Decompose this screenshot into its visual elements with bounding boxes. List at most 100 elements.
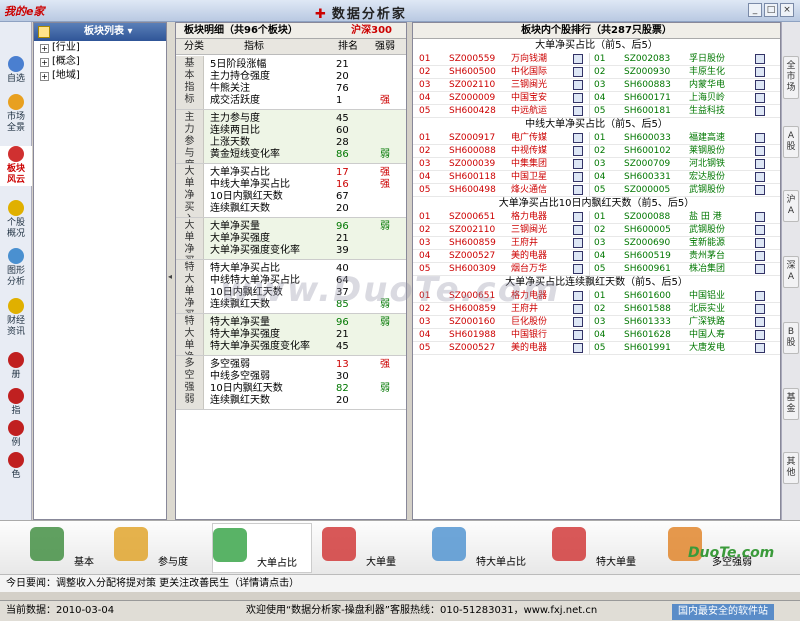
chart-icon[interactable]: [573, 330, 583, 340]
name-top[interactable]: 中化国际: [511, 66, 547, 79]
chart-icon[interactable]: [573, 264, 583, 274]
col-rank[interactable]: 排名: [338, 39, 358, 55]
chart-icon[interactable]: [573, 106, 583, 116]
stock-row[interactable]: 05 SZ000527 美的电器 05 SH601991 大唐发电: [413, 342, 780, 355]
chart-icon[interactable]: [573, 93, 583, 103]
chart-icon[interactable]: [755, 54, 765, 64]
name-bottom[interactable]: 北辰实业: [689, 303, 725, 316]
table-row[interactable]: 中线大单净买占比 16 强: [204, 179, 406, 191]
nav-item-4[interactable]: 图形 分析: [0, 248, 32, 288]
chart-icon[interactable]: [573, 317, 583, 327]
chart-icon[interactable]: [573, 54, 583, 64]
stock-row[interactable]: 04 SH601988 中国银行 04 SH601628 中国人寿: [413, 329, 780, 342]
nav-item-2[interactable]: 板块 风云: [0, 146, 32, 186]
name-bottom[interactable]: 孚日股份: [689, 53, 725, 66]
name-bottom[interactable]: 中国人寿: [689, 329, 725, 342]
name-bottom[interactable]: 盐 田 港: [689, 211, 722, 224]
stock-row[interactable]: 01 SZ000651 格力电器 01 SZ000088 盐 田 港: [413, 211, 780, 224]
chart-icon[interactable]: [755, 317, 765, 327]
expand-icon[interactable]: +: [40, 58, 49, 67]
stock-row[interactable]: 03 SH600859 王府井 03 SZ000690 宝新能源: [413, 237, 780, 250]
chart-icon[interactable]: [755, 304, 765, 314]
name-bottom[interactable]: 武钢股份: [689, 184, 725, 197]
name-top[interactable]: 烽火通信: [511, 184, 547, 197]
chart-icon[interactable]: [755, 330, 765, 340]
news-ticker[interactable]: 今日要闻：调整收入分配将提对策 更关注改善民生（详情请点击）: [0, 574, 800, 592]
chart-icon[interactable]: [573, 67, 583, 77]
stock-row[interactable]: 03 SZ002110 三钢闽光 03 SH600883 内蒙华电: [413, 79, 780, 92]
chart-icon[interactable]: [755, 133, 765, 143]
market-tab-4[interactable]: B股: [783, 322, 799, 354]
toolbar-button-1[interactable]: 参与度: [114, 523, 204, 573]
table-row[interactable]: 大单净买占比 17 强: [204, 167, 406, 179]
chart-icon[interactable]: [573, 159, 583, 169]
chart-icon[interactable]: [573, 225, 583, 235]
name-top[interactable]: 王府井: [511, 237, 538, 250]
chart-icon[interactable]: [573, 80, 583, 90]
name-top[interactable]: 美的电器: [511, 250, 547, 263]
toolbar-button-5[interactable]: 特大单量: [552, 523, 662, 573]
chart-icon[interactable]: [573, 133, 583, 143]
name-top[interactable]: 美的电器: [511, 342, 547, 355]
chart-icon[interactable]: [573, 212, 583, 222]
name-bottom[interactable]: 大唐发电: [689, 342, 725, 355]
stock-row[interactable]: 04 SZ000527 美的电器 04 SH600519 贵州茅台: [413, 250, 780, 263]
nav-item-6[interactable]: 册: [0, 352, 32, 381]
toolbar-button-4[interactable]: 特大单占比: [432, 523, 542, 573]
table-row[interactable]: 大单净买量 96 弱: [204, 221, 406, 233]
expand-icon[interactable]: +: [40, 44, 49, 53]
name-bottom[interactable]: 宝新能源: [689, 237, 725, 250]
table-row[interactable]: 多空强弱 13 强: [204, 359, 406, 371]
chart-icon[interactable]: [755, 238, 765, 248]
col-strength[interactable]: 强弱: [375, 39, 395, 55]
table-row[interactable]: 连续飘红天数 20: [204, 203, 406, 215]
nav-item-8[interactable]: 例: [0, 420, 32, 449]
chart-icon[interactable]: [755, 106, 765, 116]
nav-item-0[interactable]: 自选: [0, 56, 32, 85]
name-bottom[interactable]: 莱钢股份: [689, 145, 725, 158]
name-bottom[interactable]: 丰原生化: [689, 66, 725, 79]
stock-row[interactable]: 05 SH600498 烽火通信 05 SZ000005 武钢股份: [413, 184, 780, 197]
chart-icon[interactable]: [573, 185, 583, 195]
col-indicator[interactable]: 指标: [244, 39, 264, 55]
table-row[interactable]: 连续飘红天数 20: [204, 395, 406, 407]
chart-icon[interactable]: [573, 172, 583, 182]
col-group[interactable]: 分类: [184, 39, 204, 55]
chart-icon[interactable]: [573, 146, 583, 156]
toolbar-button-2[interactable]: 大单占比: [212, 523, 312, 573]
name-top[interactable]: 格力电器: [511, 211, 547, 224]
name-top[interactable]: 中国宝安: [511, 92, 547, 105]
name-top[interactable]: 中视传媒: [511, 145, 547, 158]
minimize-button[interactable]: _: [748, 3, 762, 17]
table-row[interactable]: 牛熊关注 76: [204, 83, 406, 95]
chart-icon[interactable]: [755, 185, 765, 195]
table-row[interactable]: 10日内飘红天数 82 弱: [204, 383, 406, 395]
market-tab-5[interactable]: 基金: [783, 388, 799, 420]
chart-icon[interactable]: [755, 146, 765, 156]
name-top[interactable]: 三钢闽光: [511, 224, 547, 237]
stock-row[interactable]: 01 SZ000917 电广传媒 01 SH600033 福建高速: [413, 132, 780, 145]
chart-icon[interactable]: [755, 159, 765, 169]
name-top[interactable]: 中远航运: [511, 105, 547, 118]
chart-icon[interactable]: [755, 343, 765, 353]
name-bottom[interactable]: 内蒙华电: [689, 79, 725, 92]
name-bottom[interactable]: 生益科技: [689, 105, 725, 118]
chart-icon[interactable]: [573, 291, 583, 301]
stock-row[interactable]: 02 SH600500 中化国际 02 SZ000930 丰原生化: [413, 66, 780, 79]
stock-row[interactable]: 03 SZ000039 中集集团 03 SZ000709 河北钢铁: [413, 158, 780, 171]
chart-icon[interactable]: [755, 264, 765, 274]
table-row[interactable]: 特大单净买强度 21: [204, 329, 406, 341]
toolbar-button-3[interactable]: 大单量: [322, 523, 422, 573]
splitter[interactable]: ◂: [167, 22, 175, 520]
name-top[interactable]: 万向钱潮: [511, 53, 547, 66]
name-bottom[interactable]: 河北钢铁: [689, 158, 725, 171]
nav-item-7[interactable]: 指: [0, 388, 32, 417]
tree-node-industry[interactable]: + [行业]: [34, 41, 166, 55]
name-top[interactable]: 巨化股份: [511, 316, 547, 329]
nav-item-1[interactable]: 市场 全景: [0, 94, 32, 134]
chart-icon[interactable]: [755, 212, 765, 222]
nav-item-5[interactable]: 财经 资讯: [0, 298, 32, 338]
market-tab-0[interactable]: 全市场: [783, 56, 799, 99]
stock-row[interactable]: 04 SZ000009 中国宝安 04 SH600171 上海贝岭: [413, 92, 780, 105]
table-row[interactable]: 黄金短线变化率 86 弱: [204, 149, 406, 161]
